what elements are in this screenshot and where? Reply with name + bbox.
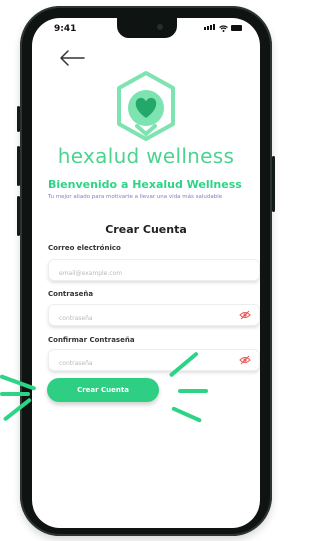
eye-off-icon[interactable] [239,355,251,365]
hexagon-heart-icon [117,71,175,141]
emphasis-ray [0,392,30,396]
email-field-container [48,259,260,284]
volume-up-button [17,146,20,186]
password-label: Contraseña [48,290,94,298]
volume-down-button [17,196,20,236]
password-field-container [48,304,260,329]
mute-switch [17,106,20,132]
wifi-icon [219,24,228,32]
emphasis-ray [178,389,208,393]
confirm-password-field[interactable] [49,353,239,374]
welcome-title: Bienvenido a Hexalud Wellness [48,178,242,191]
status-time: 9:41 [54,24,77,34]
create-account-button[interactable]: Crear Cuenta [47,378,159,402]
camera-icon [157,24,163,30]
email-label: Correo electrónico [48,244,121,252]
status-icons [204,24,242,32]
battery-icon [231,25,242,31]
welcome-tagline: Tu mejor aliado para motivarte a llevar … [48,194,223,200]
power-button [272,156,275,212]
notch [117,18,177,38]
brand-name: hexalud wellness [57,144,235,168]
form-title: Crear Cuenta [105,223,187,236]
signal-icon [204,24,216,32]
app-screen: 9:41 hexalud wellness Bienvenido a Hexal… [32,18,260,528]
eye-off-icon[interactable] [239,310,251,320]
confirm-password-field-container [48,349,260,374]
arrow-left-icon[interactable] [58,48,86,68]
confirm-password-label: Confirmar Contraseña [48,336,135,344]
password-field[interactable] [49,308,239,329]
email-field[interactable] [49,263,239,284]
